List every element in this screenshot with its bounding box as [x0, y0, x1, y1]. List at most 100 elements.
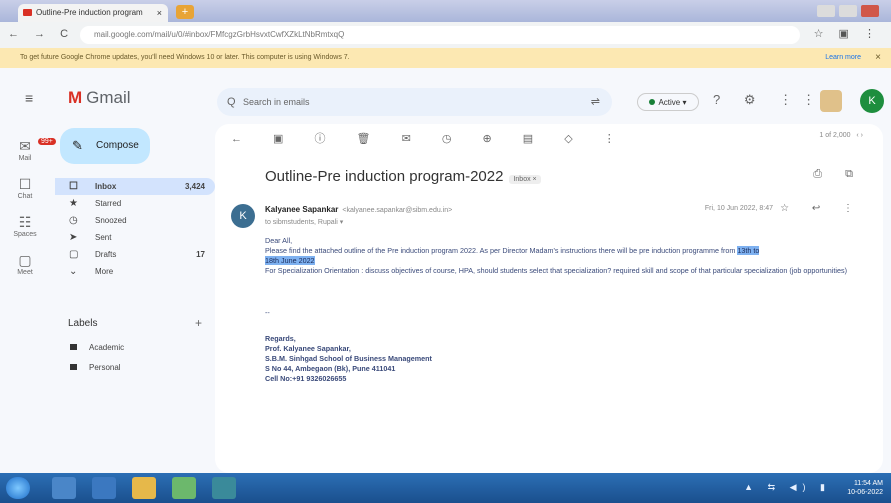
rail-label: Spaces: [13, 231, 37, 238]
email-body: Dear All, Please find the attached outli…: [265, 236, 865, 318]
chevron-down-icon: ⌄: [69, 266, 78, 277]
body-paragraph: For Specialization Orientation : discuss…: [265, 266, 847, 275]
body-text: Please find the attached outline of the …: [265, 246, 736, 255]
folder-drafts[interactable]: ▢ Drafts 17: [55, 246, 215, 263]
infobar-close-icon[interactable]: ×: [875, 48, 881, 68]
close-window-button[interactable]: [861, 5, 879, 17]
signature-line: S.B.M. Sinhgad School of Business Manage…: [265, 354, 432, 363]
browser-tab-bar: Outline-Pre induction program × +: [0, 0, 891, 22]
taskbar-explorer-icon[interactable]: [92, 477, 116, 499]
taskbar-ie-icon[interactable]: [52, 477, 76, 499]
start-button[interactable]: [6, 477, 30, 499]
folder-list: ☐ Inbox 3,424 ★ Starred ◷ Snoozed ➤ Sent ▢ Dra…: [55, 178, 215, 280]
sender-avatar: K: [231, 204, 255, 228]
minimize-button[interactable]: [817, 5, 835, 17]
meet-icon: ▢: [18, 252, 32, 268]
gmail-app: ≡ M Gmail Q Search in emails ⇌ Active ▾ ?…: [0, 68, 891, 473]
browser-menu-icons[interactable]: ☆ ▣ ⋮: [814, 27, 881, 40]
folder-more[interactable]: ⌄ More: [55, 263, 215, 280]
recipients[interactable]: to sibmstudents, Rupali ▾: [265, 218, 343, 226]
tab-close-icon[interactable]: ×: [157, 4, 162, 22]
rail-item-meet[interactable]: ▢ Meet: [10, 252, 40, 276]
gmail-m-icon: M: [68, 88, 83, 107]
subject-text: Outline-Pre induction program-2022: [265, 168, 504, 185]
inbox-tag[interactable]: Inbox ×: [509, 175, 541, 184]
folder-label: Starred: [95, 199, 122, 208]
signature-line: S No 44, Ambegaon (Bk), Pune 411041: [265, 364, 396, 373]
nav-buttons[interactable]: ← → C: [8, 28, 74, 40]
folder-label: Sent: [95, 233, 112, 242]
tab-title: Outline-Pre induction program: [36, 8, 143, 17]
taskbar-folder-icon[interactable]: [132, 477, 156, 499]
search-input[interactable]: Q Search in emails ⇌: [217, 88, 612, 116]
gmail-logo-text: Gmail: [86, 88, 131, 107]
rail-item-chat[interactable]: ☐ Chat: [10, 176, 40, 200]
gmail-logo[interactable]: M Gmail: [68, 88, 131, 108]
gmail-header: ≡ M Gmail Q Search in emails ⇌ Active ▾ ?…: [0, 68, 891, 128]
tab-gmail[interactable]: Outline-Pre induction program ×: [18, 4, 168, 22]
gmail-favicon-icon: [23, 9, 32, 16]
folder-sent[interactable]: ➤ Sent: [55, 229, 215, 246]
folder-label: Inbox: [95, 182, 117, 191]
email-date: Fri, 10 Jun 2022, 8:47: [704, 205, 773, 212]
inbox-icon: ☐: [69, 181, 78, 192]
greeting: Dear All,: [265, 236, 293, 245]
signature: Regards, Prof. Kalyanee Sapankar, S.B.M.…: [265, 334, 432, 384]
url-input[interactable]: mail.google.com/mail/u/0/#inbox/FMfcgzGr…: [80, 26, 800, 44]
folder-label: Drafts: [95, 250, 117, 259]
taskbar-chrome-icon[interactable]: [172, 477, 196, 499]
pager[interactable]: 1 of 2,000 ‹ ›: [819, 132, 863, 139]
status-label: Active: [658, 98, 681, 107]
status-button[interactable]: Active ▾: [637, 93, 699, 111]
rail-label: Mail: [18, 155, 32, 162]
main-menu-icon[interactable]: ≡: [25, 90, 33, 106]
label-tag-icon: [70, 344, 77, 350]
folder-snoozed[interactable]: ◷ Snoozed: [55, 212, 215, 229]
window-controls: [813, 4, 883, 18]
organization-logo: [820, 90, 842, 112]
taskbar-app-icon[interactable]: [212, 477, 236, 499]
labels-heading: Labels: [68, 318, 98, 329]
system-tray[interactable]: ▲ ⇆ ◀) ▮: [744, 482, 831, 493]
signature-separator: --: [265, 308, 270, 317]
inbox-count: 3,424: [184, 182, 205, 191]
signature-line: Prof. Kalyanee Sapankar,: [265, 344, 351, 353]
update-infobar: To get future Google Chrome updates, you…: [0, 48, 891, 68]
email-toolbar[interactable]: ← ▣ ⓘ 🗑 ✉ ◷ ⊕ ▤ ◇ ⋮: [231, 130, 629, 146]
add-label-icon[interactable]: +: [195, 316, 202, 330]
rail-item-mail[interactable]: ✉ 99+ Mail: [10, 138, 56, 162]
sender-email: <kalyanee.sapankar@sibm.edu.in>: [342, 207, 453, 214]
clock-icon: ◷: [69, 215, 78, 226]
label-name: Personal: [89, 363, 121, 372]
rail-label: Meet: [17, 269, 33, 276]
label-personal[interactable]: Personal: [70, 363, 121, 372]
mail-unread-badge: 99+: [38, 138, 56, 145]
rail-item-spaces[interactable]: ☷ Spaces: [10, 214, 40, 238]
folder-starred[interactable]: ★ Starred: [55, 195, 215, 212]
signature-line: Cell No:+91 9326026655: [265, 374, 347, 383]
learn-more-link[interactable]: Learn more: [825, 48, 861, 68]
search-icon[interactable]: Q: [227, 88, 236, 116]
sender-name[interactable]: Kalyanee Sapankar: [265, 205, 338, 214]
search-placeholder: Search in emails: [243, 97, 310, 107]
spaces-icon: ☷: [18, 214, 32, 230]
side-rail: ✉ 99+ Mail ☐ Chat ☷ Spaces ▢ Meet: [0, 128, 56, 473]
taskbar-clock[interactable]: 11:54 AM 10-06-2022: [847, 479, 883, 497]
chat-icon: ☐: [18, 176, 32, 192]
windows-taskbar: ▲ ⇆ ◀) ▮ 11:54 AM 10-06-2022: [0, 473, 891, 503]
account-avatar[interactable]: K: [860, 89, 884, 113]
print-and-open-icons[interactable]: ⎙ ⧉: [813, 168, 863, 181]
folder-inbox[interactable]: ☐ Inbox 3,424: [55, 178, 215, 195]
pager-text: 1 of 2,000: [819, 132, 851, 139]
clock-date: 10-06-2022: [847, 489, 883, 496]
folder-label: More: [95, 267, 114, 276]
highlighted-text: 13th to: [737, 246, 760, 255]
pager-nav-icons[interactable]: ‹ ›: [856, 132, 863, 139]
message-action-icons[interactable]: ☆ ↩ ⋮: [780, 203, 863, 214]
compose-button[interactable]: ✎ Compose: [60, 128, 150, 164]
pencil-icon: ✎: [72, 138, 83, 153]
new-tab-button[interactable]: +: [176, 5, 194, 19]
label-academic[interactable]: Academic: [70, 343, 124, 352]
maximize-button[interactable]: [839, 5, 857, 17]
filter-icon[interactable]: ⇌: [591, 88, 600, 116]
